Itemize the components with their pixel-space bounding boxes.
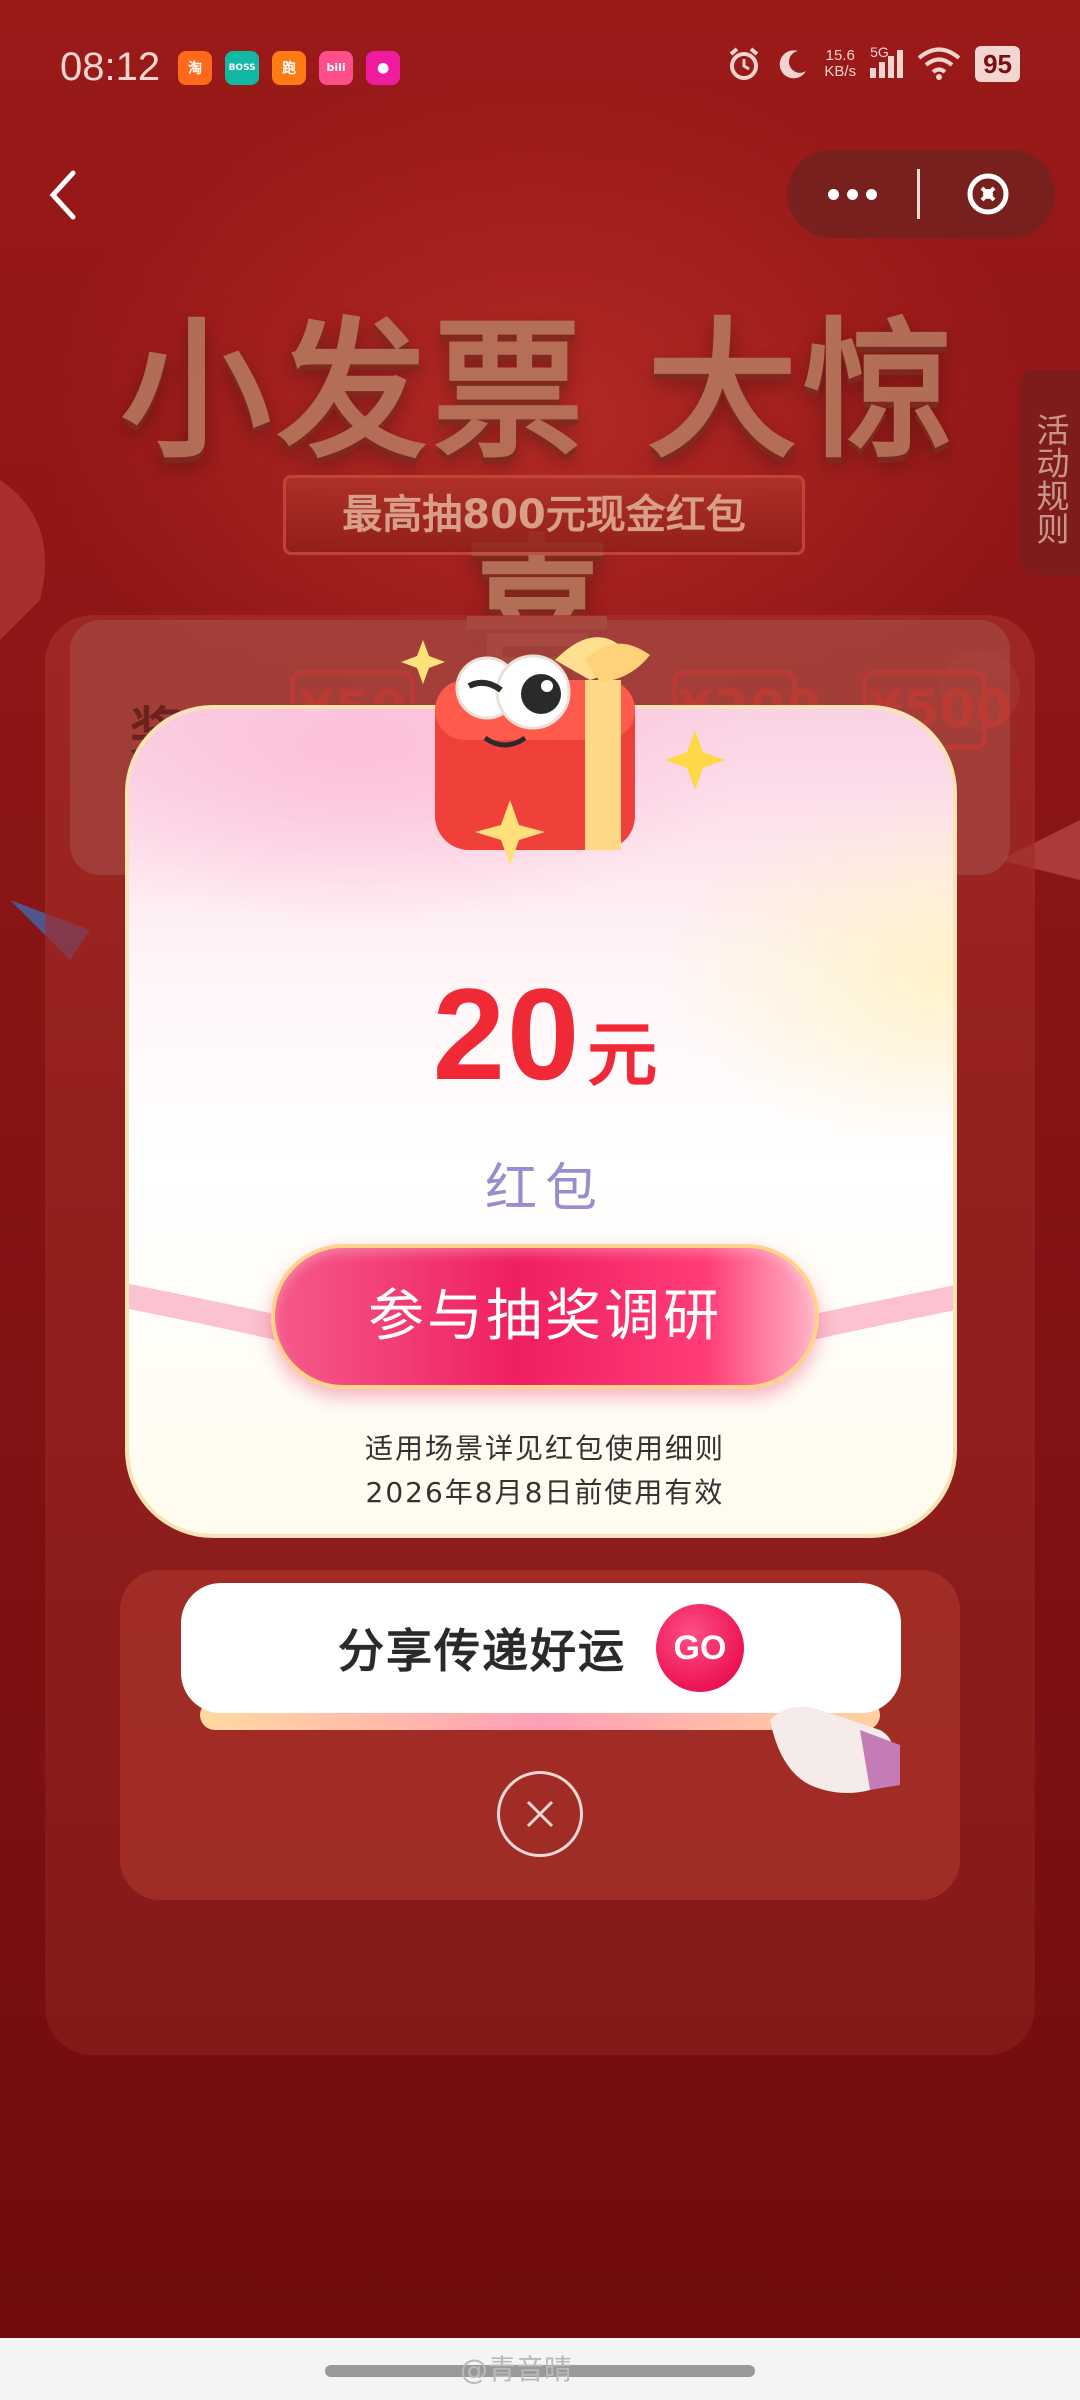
gift-box-mascot-icon — [401, 637, 725, 865]
activity-rules-tab[interactable]: 活动规则 — [1020, 370, 1080, 575]
close-mini-program-button[interactable] — [920, 150, 1055, 238]
net-speed-value: 15.6 — [825, 47, 855, 64]
prize-amount: 20元 — [129, 959, 953, 1109]
chevron-left-icon — [49, 170, 76, 220]
alarm-icon — [730, 47, 759, 80]
go-button[interactable]: GO — [656, 1604, 744, 1692]
watermark: @青音晴 — [460, 2353, 573, 2386]
keep-app-icon: 跑 — [272, 50, 307, 85]
boss-app-icon: BOSS — [225, 50, 260, 85]
modal-close-button[interactable] — [497, 1771, 583, 1857]
more-button[interactable] — [787, 150, 917, 238]
usage-note-line2: 2026年8月8日前使用有效 — [365, 1476, 725, 1509]
bilibili-app-icon: bili — [319, 50, 354, 85]
usage-note: 适用场景详见红包使用细则 2026年8月8日前使用有效 — [129, 1427, 953, 1515]
moon-icon — [780, 50, 807, 79]
signal-icon: 5G — [870, 44, 904, 78]
wifi-icon — [917, 47, 961, 80]
status-right-group: 15.6 KB/s 5G 95 — [726, 44, 1020, 82]
pointing-hand-icon — [770, 1706, 900, 1794]
close-circle-icon — [967, 173, 1008, 215]
taobao-app-icon: 淘 — [178, 50, 213, 85]
app-notification-icon: ● — [366, 50, 401, 85]
status-time: 08:12 — [60, 45, 161, 89]
prize-type-label: 红包 — [484, 1159, 605, 1219]
prize-amount-unit: 元 — [587, 1014, 658, 1096]
status-bar: 08:12 淘 BOSS 跑 bili ● 15.6 KB/s 5G 95 — [0, 0, 1080, 135]
signal-label: 5G — [870, 44, 889, 60]
banner-subtitle: 最高抽800元现金红包 — [283, 475, 805, 555]
net-speed-unit: KB/s — [824, 63, 857, 80]
back-button[interactable] — [40, 165, 84, 225]
share-label: 分享传递好运 — [338, 1624, 626, 1678]
usage-note-line1: 适用场景详见红包使用细则 — [364, 1432, 725, 1465]
survey-lottery-button[interactable]: 参与抽奖调研 — [271, 1244, 819, 1389]
net-speed: 15.6 KB/s — [824, 48, 856, 80]
close-icon — [526, 1800, 554, 1828]
prize-amount-value: 20 — [432, 961, 582, 1107]
battery-level: 95 — [975, 46, 1020, 82]
mini-program-capsule — [787, 150, 1055, 238]
more-dots-icon — [827, 188, 839, 200]
